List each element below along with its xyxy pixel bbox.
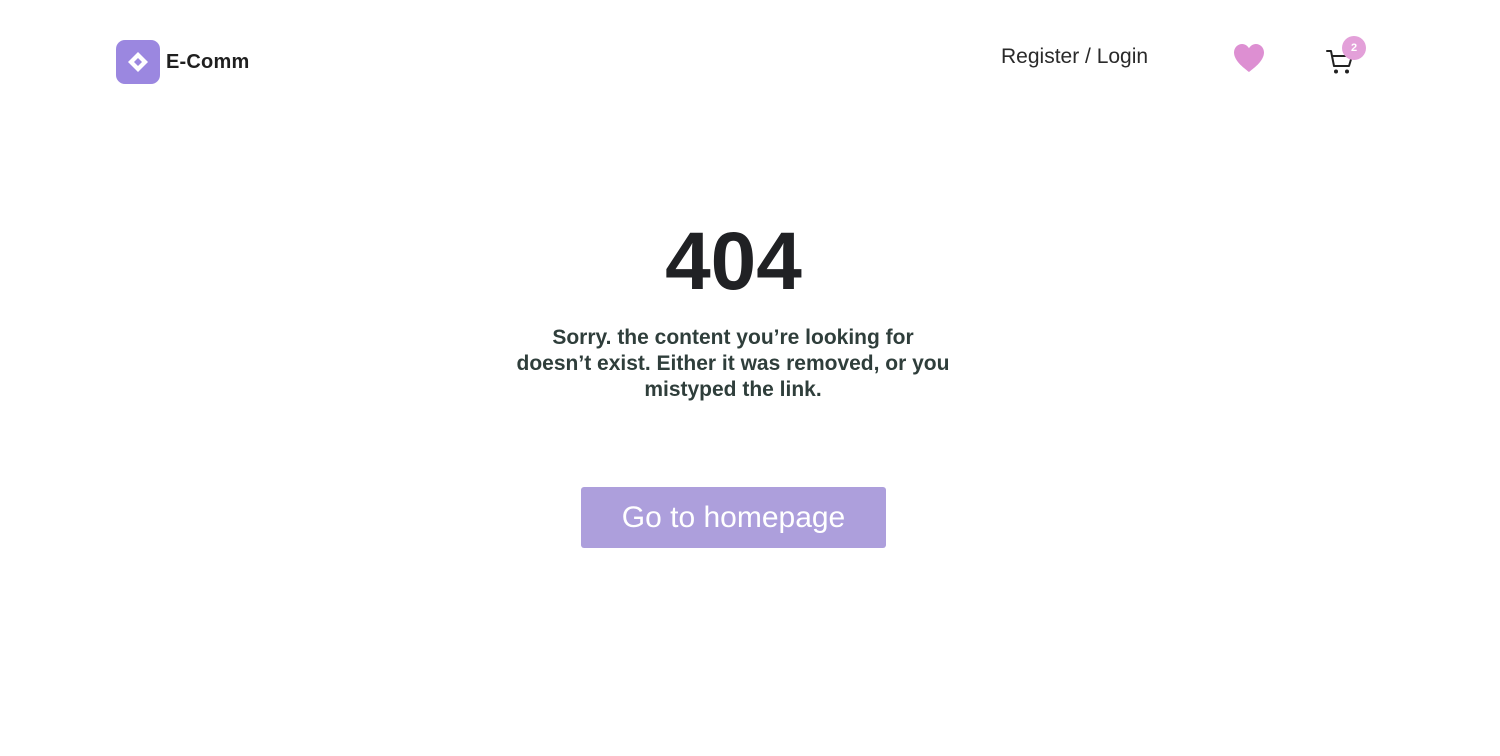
heart-icon[interactable] — [1232, 42, 1266, 74]
brand-name: E-Comm — [166, 50, 250, 73]
cart-count-badge: 2 — [1342, 36, 1366, 60]
logo-icon — [116, 40, 160, 84]
error-message: Sorry. the content you’re looking for do… — [516, 326, 950, 401]
site-header: E-Comm Register / Login 2 — [0, 0, 1500, 124]
register-login-link[interactable]: Register / Login — [1001, 45, 1148, 69]
go-to-homepage-button[interactable]: Go to homepage — [581, 487, 886, 548]
error-code: 404 — [665, 216, 802, 307]
brand-logo-link[interactable]: E-Comm — [116, 40, 249, 84]
